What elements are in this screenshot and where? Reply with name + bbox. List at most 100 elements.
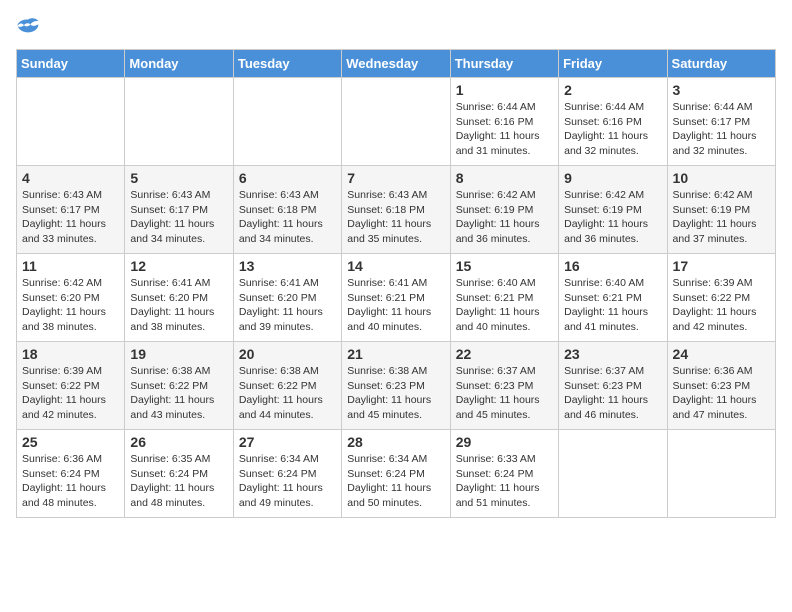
calendar-week-row: 25 Sunrise: 6:36 AM Sunset: 6:24 PM Dayli…	[17, 430, 776, 518]
calendar-cell: 23Sunrise: 6:37 AM Sunset: 6:23 PM Dayli…	[559, 342, 667, 430]
day-info: Sunrise: 6:33 AM Sunset: 6:24 PM Dayligh…	[456, 452, 553, 511]
day-info: Sunrise: 6:40 AM Sunset: 6:21 PM Dayligh…	[564, 276, 661, 335]
day-number: 17	[673, 258, 770, 274]
day-number: 19	[130, 346, 227, 362]
page-header	[16, 16, 776, 41]
calendar-cell: 7 Sunrise: 6:43 AM Sunset: 6:18 PM Daylig…	[342, 166, 450, 254]
calendar-cell: 21Sunrise: 6:38 AM Sunset: 6:23 PM Dayli…	[342, 342, 450, 430]
day-info: Sunrise: 6:35 AM Sunset: 6:24 PM Dayligh…	[130, 452, 227, 511]
day-info: Sunrise: 6:44 AM Sunset: 6:17 PM Dayligh…	[673, 100, 770, 159]
day-info: Sunrise: 6:39 AM Sunset: 6:22 PM Dayligh…	[22, 364, 119, 423]
day-number: 24	[673, 346, 770, 362]
day-number: 18	[22, 346, 119, 362]
day-info: Sunrise: 6:34 AM Sunset: 6:24 PM Dayligh…	[239, 452, 336, 511]
day-number: 3	[673, 82, 770, 98]
day-info: Sunrise: 6:36 AM Sunset: 6:23 PM Dayligh…	[673, 364, 770, 423]
day-number: 29	[456, 434, 553, 450]
day-info: Sunrise: 6:41 AM Sunset: 6:20 PM Dayligh…	[130, 276, 227, 335]
calendar-cell: 24 Sunrise: 6:36 AM Sunset: 6:23 PM Dayli…	[667, 342, 775, 430]
column-header-tuesday: Tuesday	[233, 50, 341, 78]
day-number: 28	[347, 434, 444, 450]
column-header-friday: Friday	[559, 50, 667, 78]
calendar-cell: 6 Sunrise: 6:43 AM Sunset: 6:18 PM Daylig…	[233, 166, 341, 254]
day-number: 22	[456, 346, 553, 362]
day-info: Sunrise: 6:41 AM Sunset: 6:20 PM Dayligh…	[239, 276, 336, 335]
calendar-cell	[233, 78, 341, 166]
calendar-cell	[342, 78, 450, 166]
day-number: 14	[347, 258, 444, 274]
day-number: 4	[22, 170, 119, 186]
day-info: Sunrise: 6:40 AM Sunset: 6:21 PM Dayligh…	[456, 276, 553, 335]
calendar-cell: 8 Sunrise: 6:42 AM Sunset: 6:19 PM Daylig…	[450, 166, 558, 254]
calendar-header-row: SundayMondayTuesdayWednesdayThursdayFrid…	[17, 50, 776, 78]
day-number: 21	[347, 346, 444, 362]
calendar-cell: 14 Sunrise: 6:41 AM Sunset: 6:21 PM Dayli…	[342, 254, 450, 342]
day-number: 7	[347, 170, 444, 186]
day-info: Sunrise: 6:37 AM Sunset: 6:23 PM Dayligh…	[564, 364, 661, 423]
day-info: Sunrise: 6:38 AM Sunset: 6:22 PM Dayligh…	[239, 364, 336, 423]
day-info: Sunrise: 6:43 AM Sunset: 6:17 PM Dayligh…	[130, 188, 227, 247]
day-number: 5	[130, 170, 227, 186]
calendar-cell: 5 Sunrise: 6:43 AM Sunset: 6:17 PM Daylig…	[125, 166, 233, 254]
calendar-cell	[559, 430, 667, 518]
column-header-wednesday: Wednesday	[342, 50, 450, 78]
column-header-saturday: Saturday	[667, 50, 775, 78]
calendar-cell: 13 Sunrise: 6:41 AM Sunset: 6:20 PM Dayli…	[233, 254, 341, 342]
calendar-cell: 22 Sunrise: 6:37 AM Sunset: 6:23 PM Dayli…	[450, 342, 558, 430]
calendar-cell: 9 Sunrise: 6:42 AM Sunset: 6:19 PM Daylig…	[559, 166, 667, 254]
calendar-cell: 4Sunrise: 6:43 AM Sunset: 6:17 PM Daylig…	[17, 166, 125, 254]
day-info: Sunrise: 6:44 AM Sunset: 6:16 PM Dayligh…	[456, 100, 553, 159]
day-info: Sunrise: 6:42 AM Sunset: 6:19 PM Dayligh…	[456, 188, 553, 247]
calendar-cell: 27 Sunrise: 6:34 AM Sunset: 6:24 PM Dayli…	[233, 430, 341, 518]
day-number: 10	[673, 170, 770, 186]
calendar-cell: 10 Sunrise: 6:42 AM Sunset: 6:19 PM Dayli…	[667, 166, 775, 254]
day-info: Sunrise: 6:42 AM Sunset: 6:19 PM Dayligh…	[673, 188, 770, 247]
day-number: 15	[456, 258, 553, 274]
calendar-week-row: 11 Sunrise: 6:42 AM Sunset: 6:20 PM Dayli…	[17, 254, 776, 342]
calendar-cell: 3 Sunrise: 6:44 AM Sunset: 6:17 PM Daylig…	[667, 78, 775, 166]
logo	[16, 16, 44, 41]
calendar-cell: 29 Sunrise: 6:33 AM Sunset: 6:24 PM Dayli…	[450, 430, 558, 518]
day-number: 25	[22, 434, 119, 450]
column-header-thursday: Thursday	[450, 50, 558, 78]
day-number: 27	[239, 434, 336, 450]
day-number: 20	[239, 346, 336, 362]
calendar-cell: 17 Sunrise: 6:39 AM Sunset: 6:22 PM Dayli…	[667, 254, 775, 342]
day-info: Sunrise: 6:42 AM Sunset: 6:20 PM Dayligh…	[22, 276, 119, 335]
day-info: Sunrise: 6:44 AM Sunset: 6:16 PM Dayligh…	[564, 100, 661, 159]
day-number: 1	[456, 82, 553, 98]
day-info: Sunrise: 6:43 AM Sunset: 6:18 PM Dayligh…	[239, 188, 336, 247]
day-info: Sunrise: 6:37 AM Sunset: 6:23 PM Dayligh…	[456, 364, 553, 423]
day-info: Sunrise: 6:41 AM Sunset: 6:21 PM Dayligh…	[347, 276, 444, 335]
column-header-monday: Monday	[125, 50, 233, 78]
day-number: 12	[130, 258, 227, 274]
day-number: 26	[130, 434, 227, 450]
calendar-cell: 20 Sunrise: 6:38 AM Sunset: 6:22 PM Dayli…	[233, 342, 341, 430]
calendar-cell	[17, 78, 125, 166]
column-header-sunday: Sunday	[17, 50, 125, 78]
day-info: Sunrise: 6:42 AM Sunset: 6:19 PM Dayligh…	[564, 188, 661, 247]
day-info: Sunrise: 6:36 AM Sunset: 6:24 PM Dayligh…	[22, 452, 119, 511]
day-number: 9	[564, 170, 661, 186]
day-number: 2	[564, 82, 661, 98]
day-info: Sunrise: 6:43 AM Sunset: 6:18 PM Dayligh…	[347, 188, 444, 247]
calendar-week-row: 18 Sunrise: 6:39 AM Sunset: 6:22 PM Dayli…	[17, 342, 776, 430]
calendar-cell: 15 Sunrise: 6:40 AM Sunset: 6:21 PM Dayli…	[450, 254, 558, 342]
day-info: Sunrise: 6:39 AM Sunset: 6:22 PM Dayligh…	[673, 276, 770, 335]
calendar-table: SundayMondayTuesdayWednesdayThursdayFrid…	[16, 49, 776, 518]
calendar-week-row: 1 Sunrise: 6:44 AM Sunset: 6:16 PM Daylig…	[17, 78, 776, 166]
calendar-cell: 2 Sunrise: 6:44 AM Sunset: 6:16 PM Daylig…	[559, 78, 667, 166]
calendar-cell	[667, 430, 775, 518]
day-number: 11	[22, 258, 119, 274]
logo-graphic	[16, 16, 40, 41]
calendar-week-row: 4 Sunrise: 6:43 AM Sunset: 6:17 PM Daylig…	[17, 166, 776, 254]
calendar-cell	[125, 78, 233, 166]
calendar-cell: 1 Sunrise: 6:44 AM Sunset: 6:16 PM Daylig…	[450, 78, 558, 166]
calendar-cell: 11 Sunrise: 6:42 AM Sunset: 6:20 PM Dayli…	[17, 254, 125, 342]
day-number: 13	[239, 258, 336, 274]
day-number: 8	[456, 170, 553, 186]
day-number: 6	[239, 170, 336, 186]
calendar-cell: 19Sunrise: 6:38 AM Sunset: 6:22 PM Dayli…	[125, 342, 233, 430]
calendar-cell: 18 Sunrise: 6:39 AM Sunset: 6:22 PM Dayli…	[17, 342, 125, 430]
calendar-cell: 28Sunrise: 6:34 AM Sunset: 6:24 PM Dayli…	[342, 430, 450, 518]
